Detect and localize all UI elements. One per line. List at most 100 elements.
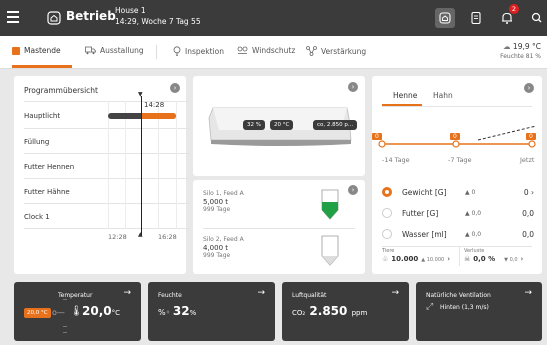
footer-divider-vertical: [459, 246, 460, 266]
mastende-icon: [12, 46, 20, 55]
house-info: House 1 14:29, Woche 7 Tag 55: [115, 5, 201, 27]
active-hen-tab-indicator: [382, 104, 422, 106]
program-row-label: Hauptlicht: [24, 112, 61, 120]
losses-stat[interactable]: ☠ 0,0 % ▼ 0,0 ›: [464, 255, 523, 263]
metric-wasser-value: 0,0: [522, 230, 534, 239]
silo-2-info: Silo 2, Feed A 4,000 t 999 Tage: [203, 236, 244, 260]
nav-document-icon[interactable]: [466, 8, 486, 28]
bulb-icon: [173, 46, 181, 56]
feeder-badge-co2: co, 2.850 p...: [313, 120, 358, 130]
sub-navigation: Mastende Ausstallung Inspektion Windschu…: [0, 36, 547, 69]
house-datetime: 14:29, Woche 7 Tag 55: [115, 17, 201, 26]
tile-ventilation-value: Hinten (1,3 m/s): [440, 304, 489, 311]
tile-temperature-arrow-icon[interactable]: →: [123, 288, 131, 298]
losses-chevron-icon: ›: [520, 255, 524, 263]
timeline-marker-3: 0: [526, 133, 536, 140]
silo-1-gauge: [321, 189, 339, 220]
outside-humidity: Feuchte 81 %: [500, 53, 541, 60]
radio-futter[interactable]: [382, 208, 392, 218]
tile-humidity-arrow-icon[interactable]: →: [257, 288, 265, 298]
silo-open-arrow-icon[interactable]: ›: [348, 185, 358, 195]
animals-delta: ▲ 10.000: [421, 257, 445, 263]
tab-windschutz-label: Windschutz: [252, 46, 296, 55]
metric-futter-label: Futter [G]: [402, 209, 439, 218]
tile-ventilation[interactable]: Natürliche Ventilation → ⤢ Hinten (1,3 m…: [416, 282, 542, 341]
chicken-icon: ♧: [382, 255, 389, 263]
temperature-setpoint: 20,0 °C: [24, 308, 51, 318]
tile-humidity[interactable]: Feuchte → %◦ 32%: [148, 282, 275, 341]
truck-icon: [85, 46, 96, 55]
divider: [156, 45, 157, 59]
metric-gewicht-label: Gewicht [G]: [402, 188, 447, 197]
program-title: Programmübersicht: [24, 86, 98, 95]
timeline-marker-2: 0: [450, 133, 460, 140]
timeline-marker-1: 0: [372, 133, 382, 140]
radio-wasser[interactable]: [382, 229, 392, 239]
search-icon[interactable]: [527, 8, 547, 28]
radio-gewicht[interactable]: [382, 187, 392, 197]
cloud-icon: ☁: [503, 42, 511, 51]
tile-temperature-value: 20,0°C: [82, 304, 120, 318]
nav-home-icon[interactable]: [435, 8, 455, 28]
network-icon: [306, 46, 317, 56]
hen-open-arrow-icon[interactable]: ›: [524, 83, 534, 93]
tile-humidity-title: Feuchte: [158, 292, 182, 299]
feeder-card[interactable]: › 32 % 20 °C co, 2.850 p...: [193, 76, 365, 176]
tab-inspektion-label: Inspektion: [185, 46, 224, 56]
hen-footer-divider: [382, 246, 532, 247]
silo-2-name: Silo 2, Feed A: [203, 236, 244, 243]
metric-gewicht-delta: ▲ 0: [465, 189, 476, 196]
tab-divider: [382, 106, 532, 107]
skull-icon: ☠: [464, 255, 471, 263]
top-bar: Betrieb House 1 14:29, Woche 7 Tag 55 2: [0, 0, 547, 36]
setpoint-connector: o—: [52, 308, 65, 317]
timeline-label-mid: -7 Tage: [448, 156, 472, 164]
metric-wasser-delta: ▲ 0,0: [465, 231, 482, 238]
silo-divider: [203, 228, 355, 229]
silo-card[interactable]: › Silo 1, Feed A 5,000 t 999 Tage Silo 2…: [193, 180, 365, 274]
tile-air-quality-value: CO₂ 2.850 ppm: [292, 304, 368, 318]
house-name: House 1: [115, 6, 146, 15]
tab-mastende[interactable]: Mastende: [12, 46, 61, 55]
home-icon[interactable]: [46, 10, 62, 26]
feeder-open-arrow-icon[interactable]: ›: [348, 82, 358, 92]
tab-inspektion[interactable]: Inspektion: [173, 46, 224, 56]
tile-ventilation-arrow-icon[interactable]: →: [524, 288, 532, 298]
tile-temperature[interactable]: Temperatur → 20,0 °C o— 🌡 20,0°C: [14, 282, 141, 341]
program-row-label: Futter Hennen: [24, 163, 75, 171]
animals-stat[interactable]: ♧ 10.000 ▲ 10.000 ›: [382, 255, 450, 263]
tile-humidity-value: %◦ 32%: [158, 304, 197, 318]
feeder-badge-temp: 20 °C: [270, 120, 294, 130]
axis-end-label: 16:28: [158, 233, 177, 241]
tile-temperature-title: Temperatur: [58, 292, 93, 299]
tab-verstaerkung[interactable]: Verstärkung: [306, 46, 366, 56]
losses-value: 0,0 %: [473, 255, 496, 263]
program-row-label: Futter Hähne: [24, 188, 70, 196]
silo-2-amount: 4,000 t: [203, 244, 229, 252]
tab-windschutz[interactable]: Windschutz: [237, 46, 295, 55]
wind-icon: [237, 46, 248, 54]
droplet-icon: %◦: [158, 308, 173, 317]
program-row-label: Füllung: [24, 138, 50, 146]
active-tab-indicator: [12, 65, 72, 68]
axis-start-label: 12:28: [108, 233, 127, 241]
tab-ausstallung-label: Ausstallung: [100, 46, 144, 55]
animals-label: Tiere: [382, 248, 395, 254]
tab-ausstallung[interactable]: Ausstallung: [85, 46, 144, 55]
tab-verstaerkung-label: Verstärkung: [321, 46, 367, 56]
menu-icon[interactable]: [7, 11, 19, 23]
tab-henne[interactable]: Henne: [393, 91, 417, 100]
program-open-arrow-icon[interactable]: ›: [170, 83, 180, 93]
silo-1-amount: 5,000 t: [203, 198, 229, 206]
silo-2-days: 999 Tage: [203, 252, 231, 259]
thermometer-icon: 🌡: [70, 306, 83, 317]
metric-wasser-label: Wasser [ml]: [402, 230, 447, 239]
tile-air-quality[interactable]: Luftqualität → CO₂ 2.850 ppm: [282, 282, 409, 341]
metric-futter-value: 0,0: [522, 209, 534, 218]
tile-air-quality-arrow-icon[interactable]: →: [391, 288, 399, 298]
weather-info: ☁ 19,9 °C Feuchte 81 %: [500, 42, 541, 60]
tab-hahn[interactable]: Hahn: [433, 91, 453, 100]
tile-ventilation-title: Natürliche Ventilation: [426, 292, 491, 299]
timeline-label-end: Jetzt: [520, 156, 535, 164]
timeline-label-start: -14 Tage: [382, 156, 410, 164]
